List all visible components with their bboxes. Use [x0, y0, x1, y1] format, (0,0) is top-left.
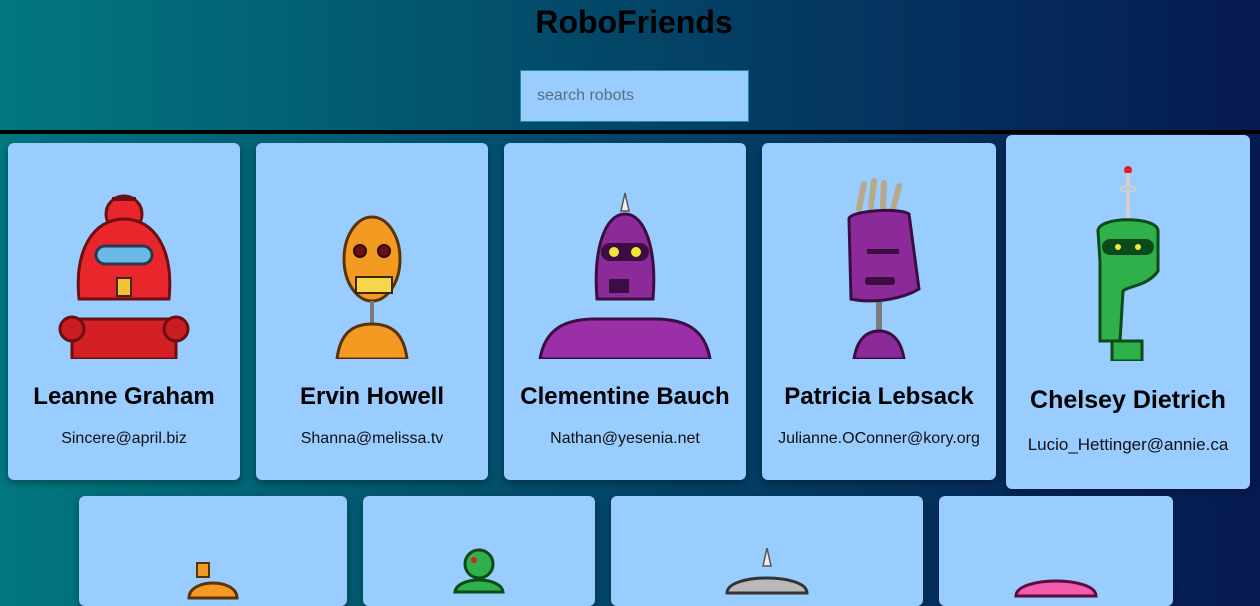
robot-name: Clementine Bauch [520, 383, 730, 410]
purple-robot-icon [538, 192, 712, 359]
orange-robot-icon [335, 215, 409, 359]
pink-robot-icon [1014, 579, 1098, 598]
page-title: RoboFriends [535, 4, 733, 40]
robot-card[interactable] [939, 496, 1173, 606]
robot-name: Leanne Graham [33, 383, 215, 410]
header-divider [0, 130, 1260, 134]
robot-email: Julianne.OConner@kory.org [778, 430, 980, 447]
robot-card[interactable] [363, 496, 595, 606]
robot-card[interactable] [79, 496, 347, 606]
robot-name: Ervin Howell [299, 383, 445, 410]
robot-card[interactable] [611, 496, 923, 606]
silver-robot-icon [725, 548, 809, 595]
orange-robot-icon [187, 562, 239, 600]
robot-email: Sincere@april.biz [61, 430, 187, 447]
robot-card[interactable]: Clementine Bauch Nathan@yesenia.net [504, 143, 746, 480]
red-robot-icon [58, 194, 190, 359]
robot-card[interactable]: Patricia Lebsack Julianne.OConner@kory.o… [762, 143, 996, 480]
robot-card[interactable]: Ervin Howell Shanna@melissa.tv [256, 143, 488, 480]
robot-email: Shanna@melissa.tv [300, 430, 444, 447]
robot-name: Chelsey Dietrich [1030, 386, 1226, 414]
robot-email: Nathan@yesenia.net [550, 430, 700, 447]
robot-name: Patricia Lebsack [784, 383, 974, 410]
robot-email: Lucio_Hettinger@annie.ca [1027, 435, 1229, 454]
green-robot-icon [453, 548, 505, 594]
green-robot-icon [1096, 166, 1160, 361]
purple-robot-icon [847, 178, 921, 359]
robot-card[interactable]: Chelsey Dietrich Lucio_Hettinger@annie.c… [1006, 135, 1250, 489]
robot-card[interactable]: Leanne Graham Sincere@april.biz [8, 143, 240, 480]
search-input[interactable] [520, 70, 749, 122]
